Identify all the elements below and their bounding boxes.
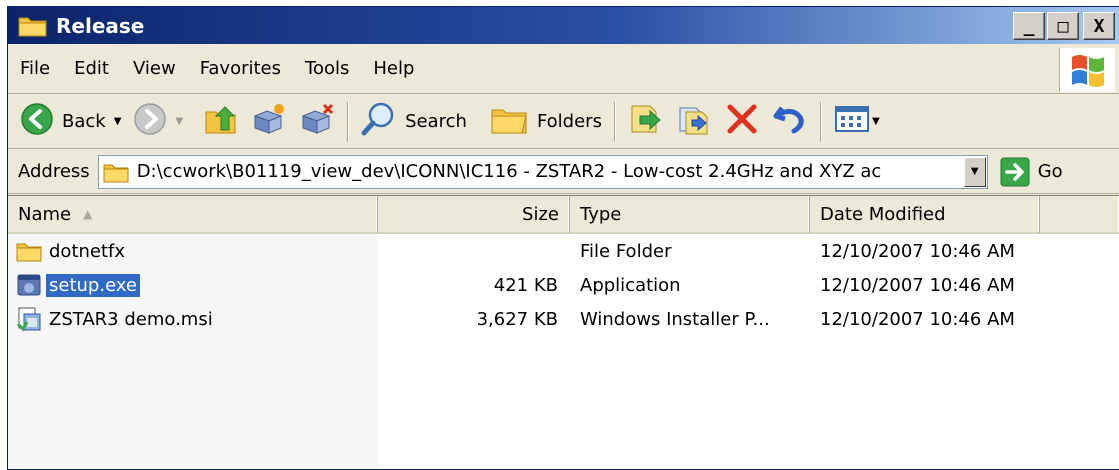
menu-bar: File Edit View Favorites Tools Help	[8, 44, 1119, 94]
undo-button[interactable]	[766, 100, 814, 144]
file-name[interactable]: setup.exe	[46, 273, 140, 297]
back-button[interactable]: Back ▼	[14, 100, 127, 144]
address-input[interactable]: D:\ccwork\B01119_view_dev\ICONN\IC116 - …	[97, 154, 988, 189]
delete-folder-icon	[299, 102, 335, 141]
address-path: D:\ccwork\B01119_view_dev\ICONN\IC116 - …	[136, 161, 882, 182]
file-size: 3,627 KB	[476, 308, 558, 330]
toolbar-separator	[819, 101, 822, 142]
file-rows: dotnetfx File Folder 12/10/2007 10:46 AM	[8, 234, 1119, 336]
go-label: Go	[1037, 161, 1063, 182]
list-item[interactable]: ZSTAR3 demo.msi 3,627 KB Windows Install…	[8, 302, 1119, 336]
column-header-size[interactable]: Size	[378, 196, 570, 234]
menu-file[interactable]: File	[20, 56, 50, 81]
dropdown-arrow-icon[interactable]: ▼	[872, 116, 880, 127]
forward-button[interactable]: ▼	[127, 100, 189, 144]
toolbar-separator	[347, 101, 350, 142]
folders-icon	[489, 102, 529, 141]
back-arrow-icon	[20, 102, 54, 141]
file-size: 421 KB	[493, 274, 558, 296]
dropdown-arrow-icon[interactable]: ▼	[114, 116, 122, 127]
file-list[interactable]: Name ▲ Size Type Date Modified dotnetfx	[8, 195, 1119, 469]
delete-button[interactable]	[718, 100, 766, 144]
explorer-window: Release _ □ X File Edit View Favorites T…	[7, 6, 1119, 470]
file-date-modified: 12/10/2007 10:46 AM	[820, 308, 1015, 330]
file-type: File Folder	[580, 240, 672, 262]
folder-icon	[103, 161, 129, 183]
title-bar[interactable]: Release _ □ X	[8, 7, 1119, 44]
column-header-name[interactable]: Name ▲	[8, 196, 378, 234]
move-to-icon	[628, 102, 664, 141]
new-folder-icon	[251, 102, 287, 141]
up-folder-button[interactable]	[197, 100, 245, 144]
file-type: Windows Installer P...	[580, 308, 770, 330]
column-name-label: Name	[18, 203, 72, 225]
file-name[interactable]: ZSTAR3 demo.msi	[46, 308, 216, 331]
forward-arrow-icon	[133, 102, 167, 141]
windows-logo-icon	[1059, 48, 1115, 92]
window-title: Release	[56, 13, 145, 38]
copy-to-button[interactable]	[670, 100, 718, 144]
folder-icon	[18, 14, 48, 38]
folders-label: Folders	[536, 111, 602, 132]
delete-folder-button[interactable]	[293, 100, 341, 144]
views-icon	[834, 104, 870, 139]
address-bar: Address D:\ccwork\B01119_view_dev\ICONN\…	[8, 150, 1119, 194]
go-arrow-icon	[1000, 157, 1030, 187]
list-item[interactable]: dotnetfx File Folder 12/10/2007 10:46 AM	[8, 234, 1119, 268]
copy-to-icon	[676, 102, 712, 141]
folder-icon	[16, 240, 42, 262]
menu-view[interactable]: View	[133, 56, 176, 81]
toolbar-separator	[613, 101, 616, 142]
back-label: Back	[62, 111, 106, 132]
column-header-filler	[1040, 196, 1119, 234]
go-button[interactable]: Go	[1000, 157, 1063, 187]
column-headers: Name ▲ Size Type Date Modified	[8, 196, 1119, 234]
file-name[interactable]: dotnetfx	[46, 240, 128, 263]
close-button[interactable]: X	[1083, 12, 1115, 40]
up-folder-icon	[203, 102, 239, 141]
new-folder-button[interactable]	[245, 100, 293, 144]
menu-favorites[interactable]: Favorites	[200, 56, 281, 81]
column-header-type[interactable]: Type	[570, 196, 810, 234]
installer-icon	[16, 306, 42, 332]
search-label: Search	[405, 111, 467, 132]
sort-ascending-icon: ▲	[83, 207, 93, 221]
maximize-button[interactable]: □	[1047, 12, 1079, 40]
dropdown-arrow-icon[interactable]: ▼	[175, 116, 183, 127]
file-type: Application	[580, 274, 681, 296]
file-date-modified: 12/10/2007 10:46 AM	[820, 274, 1015, 296]
undo-icon	[772, 102, 808, 141]
toolbar: Back ▼ ▼ Search Folders ▼	[8, 95, 1119, 149]
list-item[interactable]: setup.exe 421 KB Application 12/10/2007 …	[8, 268, 1119, 302]
menu-tools[interactable]: Tools	[305, 56, 349, 81]
address-label: Address	[18, 161, 90, 182]
address-dropdown-icon[interactable]: ▼	[963, 156, 986, 187]
column-header-date-modified[interactable]: Date Modified	[810, 196, 1040, 234]
search-button[interactable]: Search	[355, 100, 473, 144]
delete-icon	[724, 102, 760, 141]
minimize-button[interactable]: _	[1013, 12, 1045, 40]
move-to-button[interactable]	[622, 100, 670, 144]
search-icon	[361, 101, 397, 142]
file-date-modified: 12/10/2007 10:46 AM	[820, 240, 1015, 262]
menu-edit[interactable]: Edit	[74, 56, 109, 81]
folders-button[interactable]: Folders	[483, 100, 608, 144]
menu-help[interactable]: Help	[373, 56, 414, 81]
application-icon	[16, 272, 42, 298]
views-button[interactable]: ▼	[828, 100, 886, 144]
